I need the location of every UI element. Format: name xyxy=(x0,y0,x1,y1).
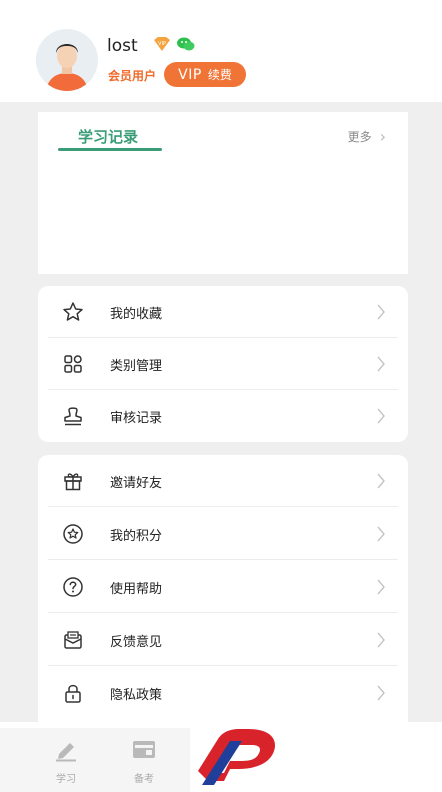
menu-item-label: 隐私政策 xyxy=(110,687,163,703)
menu-group-2: 邀请好友 我的积分 使用帮助 反馈意见 隐私政策 xyxy=(38,455,408,722)
card-icon xyxy=(133,741,155,758)
menu-item-label: 使用帮助 xyxy=(110,581,163,597)
vip-label: VIP xyxy=(178,66,202,83)
menu-item-my-points[interactable]: 我的积分 xyxy=(38,508,408,560)
chevron-right-icon xyxy=(377,526,385,542)
gift-icon xyxy=(64,473,82,491)
username: lost xyxy=(107,36,138,56)
more-link[interactable]: 更多 › xyxy=(348,128,386,145)
menu-item-label: 审核记录 xyxy=(110,410,163,426)
renew-label: 续费 xyxy=(207,68,232,82)
avatar[interactable] xyxy=(36,29,98,91)
pen-icon xyxy=(56,743,76,762)
brand-logo xyxy=(198,729,275,785)
tab-exam-prep[interactable]: 备考 xyxy=(124,738,164,785)
vip-renew-button[interactable]: VIP 续费 xyxy=(164,62,246,87)
stamp-icon xyxy=(64,407,82,426)
tab-study[interactable]: 学习 xyxy=(46,738,86,785)
menu-item-privacy-policy[interactable]: 隐私政策 xyxy=(38,667,408,719)
menu-item-review-records[interactable]: 审核记录 xyxy=(38,390,408,442)
menu-group-1: 我的收藏 类别管理 审核记录 xyxy=(38,286,408,442)
menu-item-help[interactable]: 使用帮助 xyxy=(38,561,408,613)
help-icon xyxy=(63,577,83,597)
svg-text:VIP: VIP xyxy=(158,41,166,47)
menu-item-label: 我的积分 xyxy=(110,528,163,544)
menu-item-label: 反馈意见 xyxy=(110,634,163,650)
wechat-icon xyxy=(176,36,196,52)
divider xyxy=(48,612,398,613)
tab-label: 学习 xyxy=(56,774,76,785)
menu-item-label: 我的收藏 xyxy=(110,306,163,322)
menu-item-feedback[interactable]: 反馈意见 xyxy=(38,614,408,666)
chevron-right-icon xyxy=(377,579,385,595)
study-record-underline xyxy=(58,148,162,151)
menu-item-categories[interactable]: 类别管理 xyxy=(38,338,408,390)
chevron-right-icon xyxy=(377,473,385,489)
points-icon xyxy=(63,524,83,544)
divider xyxy=(48,506,398,507)
vip-badge-icon: VIP xyxy=(152,36,172,52)
feedback-icon xyxy=(64,631,82,649)
profile-header: lost VIP 会员用户 VIP 续费 xyxy=(0,0,442,102)
study-record-card: 学习记录 更多 › xyxy=(38,112,408,274)
menu-item-label: 类别管理 xyxy=(110,358,163,374)
chevron-right-icon xyxy=(377,356,385,372)
lock-icon xyxy=(65,684,81,703)
menu-item-invite-friends[interactable]: 邀请好友 xyxy=(38,455,408,507)
chevron-right-icon xyxy=(377,685,385,701)
member-status-label: 会员用户 xyxy=(108,69,157,83)
more-label: 更多 xyxy=(347,130,372,144)
menu-item-favorites[interactable]: 我的收藏 xyxy=(38,286,408,338)
divider xyxy=(48,665,398,666)
chevron-right-icon xyxy=(377,304,385,320)
chevron-right-icon xyxy=(377,632,385,648)
chevron-right-icon: › xyxy=(379,126,386,146)
grid-icon xyxy=(64,355,82,373)
star-icon xyxy=(63,302,83,321)
bottom-tab-bar: 学习 备考 xyxy=(0,728,190,792)
chevron-right-icon xyxy=(377,408,385,424)
divider xyxy=(48,559,398,560)
menu-item-label: 邀请好友 xyxy=(110,475,163,491)
tab-label: 备考 xyxy=(134,774,154,785)
study-record-title[interactable]: 学习记录 xyxy=(78,126,138,147)
